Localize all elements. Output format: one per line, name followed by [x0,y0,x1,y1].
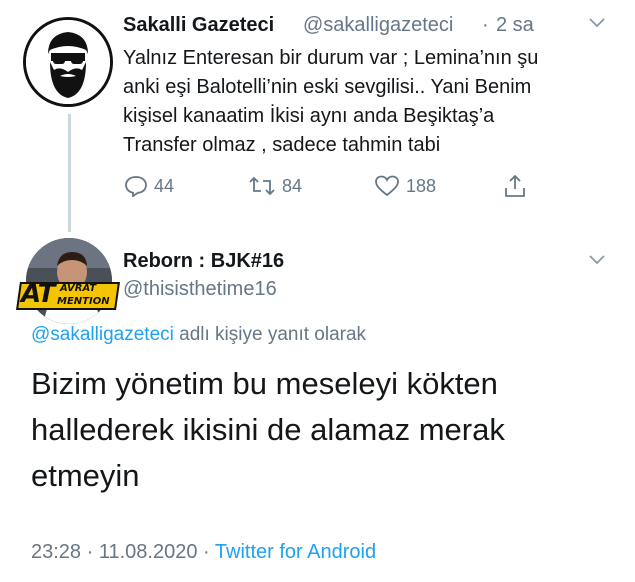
tweet1-text-line: kişisel kanaatim İkisi aynı anda Beşikta… [123,105,495,127]
bearded-man-avatar-icon [26,20,110,104]
reply-to-suffix: adlı kişiye yanıt olarak [179,324,367,345]
tweet1-text-line: anki eşi Balotelli’nin eski sevgilisi.. … [123,76,532,98]
reply-icon [125,176,147,197]
tweet1-text-line: Transfer olmaz , sadece tahmin tabi [123,134,441,156]
tweet2-meta: 23:28 · 11.08.2020 · Twitter for Android [31,541,376,564]
tweet2-text-line: Bizim yönetim bu meseleyi kökten [31,366,498,401]
chevron-down-icon[interactable] [588,16,606,34]
tweet2-text: Bizim yönetim bu meseleyi kökten hallede… [31,361,621,499]
avatar[interactable] [23,17,113,107]
tweet2-separator: · [203,541,210,563]
tweet2-time[interactable]: 23:28 [31,541,81,563]
avatar-badge-bottom-text: MENTION [57,296,110,307]
chevron-down-icon[interactable] [588,253,606,271]
reply-to-mention[interactable]: @sakalligazeteci [31,324,174,345]
tweet1-handle[interactable]: @sakalligazeteci [303,14,453,37]
tweet1-separator: · [482,14,489,36]
tweet2-source[interactable]: Twitter for Android [215,541,376,563]
tweet1-time[interactable]: 2 sa [496,14,534,37]
tweet2-text-line: etmeyin [31,458,140,493]
thread-line [68,114,71,232]
tweet1-text-line: Yalnız Enteresan bir durum var ; Lemina’… [123,47,539,69]
retweet-button[interactable]: 84 [248,175,302,197]
avatar-badge-top-text: AVRAT [60,283,97,294]
reply-button[interactable]: 44 [124,175,174,197]
tweet2-date[interactable]: 11.08.2020 [99,541,198,563]
like-button[interactable]: 188 [374,175,436,197]
tweet1-text: Yalnız Enteresan bir durum var ; Lemina’… [123,44,623,160]
tweet2-text-line: hallederek ikisini de alamaz merak [31,412,505,447]
tweet2-separator: · [86,541,94,563]
like-count: 188 [406,175,437,196]
retweet-icon [249,176,275,196]
tweet2-display-name[interactable]: Reborn : BJK#16 [123,250,284,273]
share-icon [505,174,525,197]
avatar-badge-big-text: AT [21,279,55,309]
like-icon [375,175,399,197]
reply-to-line: @sakalligazeteci adlı kişiye yanıt olara… [31,324,366,346]
share-button[interactable] [503,173,533,199]
reply-count: 44 [154,175,175,196]
tweet1-display-name[interactable]: Sakalli Gazeteci [123,14,274,37]
retweet-count: 84 [282,175,303,196]
tweet2-handle[interactable]: @thisisthetime16 [123,278,277,301]
